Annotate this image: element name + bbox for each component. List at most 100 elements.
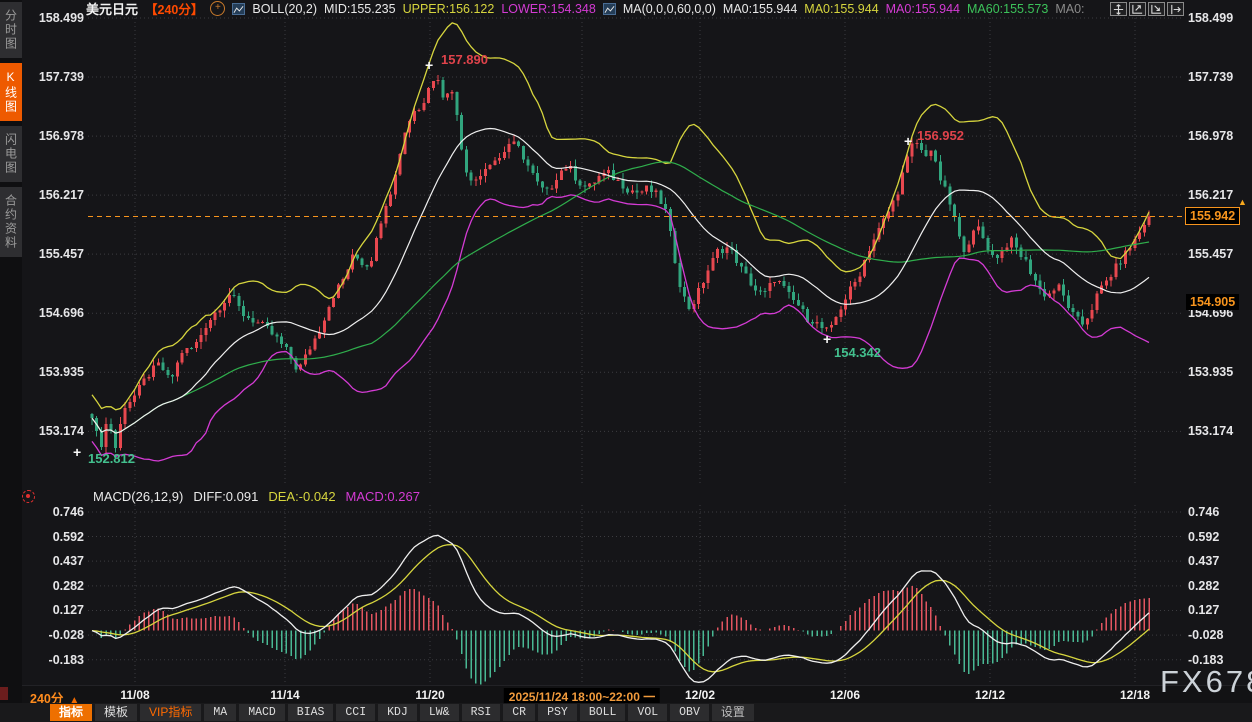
boll-upper-value: UPPER:156.122 <box>403 2 495 16</box>
ma-indicator-icon[interactable] <box>603 3 616 15</box>
annotation-cross-marker: + <box>425 60 433 70</box>
candles-layer <box>91 75 1151 453</box>
macd-axis-label-left: -0.028 <box>28 627 84 643</box>
price-annotation: 156.952 <box>917 128 964 143</box>
date-tick-label: 12/02 <box>685 688 715 702</box>
toolbar-button-VIP指标[interactable]: VIP指标 <box>140 704 201 721</box>
toolbar-button-KDJ[interactable]: KDJ <box>378 704 417 721</box>
date-tick-label: 12/06 <box>830 688 860 702</box>
macd-axis-label-left: 0.592 <box>28 529 84 545</box>
price-axis-label-left: 158.499 <box>28 10 84 26</box>
macd-axis-label-right: 0.592 <box>1188 529 1219 545</box>
price-annotation: 157.890 <box>441 52 488 67</box>
price-axis-label-right: 157.739 <box>1188 69 1233 85</box>
gridlines <box>88 14 1183 684</box>
price-axis-label-right: 156.978 <box>1188 128 1233 144</box>
trading-app-window: 分时图 K线图闪电图合约资料 美元日元 【240分】 + BOLL(20,2) M… <box>0 0 1252 722</box>
ma-label: MA(0,0,0,60,0,0) <box>623 2 716 16</box>
macd-axis-label-right: 0.127 <box>1188 602 1219 618</box>
toolbar-button-MA[interactable]: MA <box>204 704 236 721</box>
macd-macd-value: MACD:0.267 <box>346 489 420 504</box>
price-axis-label-left: 156.217 <box>28 187 84 203</box>
macd-axis-label-right: 0.437 <box>1188 553 1219 569</box>
macd-axis-label-left: -0.183 <box>28 652 84 668</box>
price-annotation: 154.342 <box>834 345 881 360</box>
price-axis-label-right: 158.499 <box>1188 10 1233 26</box>
toolbar-button-CCI[interactable]: CCI <box>336 704 375 721</box>
price-axis-label-left: 156.978 <box>28 128 84 144</box>
toolbar-button-CR[interactable]: CR <box>503 704 535 721</box>
toolbar-button-RSI[interactable]: RSI <box>462 704 501 721</box>
price-axis-label-right: 153.174 <box>1188 423 1233 439</box>
macd-dea-line <box>92 545 1149 672</box>
macd-axis-label-left: 0.282 <box>28 578 84 594</box>
scale-down-icon[interactable] <box>1148 2 1165 16</box>
annotation-cross-marker: + <box>73 447 81 457</box>
toolbar-button-指标[interactable]: 指标 <box>50 704 92 721</box>
current-price-tag: 155.942 <box>1185 207 1240 225</box>
annotation-cross-marker: + <box>904 136 912 146</box>
chart-canvas[interactable] <box>0 0 1252 722</box>
ma0-yellow-value: MA0:155.944 <box>804 2 878 16</box>
price-axis-label-left: 153.174 <box>28 423 84 439</box>
bottom-toolbar: 指标模板VIP指标MAMACDBIASCCIKDJLW&RSICRPSYBOLL… <box>0 703 1252 722</box>
ma60-value: MA60:155.573 <box>967 2 1048 16</box>
date-tick-label: 11/14 <box>270 688 299 702</box>
macd-panel-marker-icon[interactable] <box>22 490 35 503</box>
price-axis-label-right: 156.217 <box>1188 187 1233 203</box>
scale-up-icon[interactable] <box>1129 2 1146 16</box>
sidebar-item-3[interactable]: 闪电图 <box>0 126 22 182</box>
date-tick-label: 12/12 <box>975 688 1005 702</box>
toolbar-button-BOLL[interactable]: BOLL <box>580 704 626 721</box>
ma0-gray-value: MA0: <box>1055 2 1084 16</box>
macd-axis-label-right: 0.282 <box>1188 578 1219 594</box>
macd-name: MACD(26,12,9) <box>93 489 183 504</box>
price-axis-label-right: 155.457 <box>1188 246 1233 262</box>
symbol-title: 美元日元 <box>86 0 138 18</box>
date-tick-label: 11/20 <box>415 688 444 702</box>
date-axis: 240分▲ 11/0811/1411/202025/11/24 18:00~22… <box>0 685 1252 703</box>
macd-legend: MACD(26,12,9) DIFF:0.091 DEA:-0.042 MACD… <box>93 489 420 504</box>
period-badge: 【240分】 <box>145 0 203 18</box>
date-tick-label: 11/08 <box>120 688 149 702</box>
crosshair-icon[interactable] <box>1110 2 1127 16</box>
price-axis-label-left: 153.935 <box>28 364 84 380</box>
boll-indicator-icon[interactable] <box>232 3 245 15</box>
price-axis-label-left: 157.739 <box>28 69 84 85</box>
macd-diff-value: DIFF:0.091 <box>193 489 258 504</box>
macd-axis-label-right: 0.746 <box>1188 504 1219 520</box>
header-icons <box>1110 2 1184 16</box>
macd-axis-label-left: 0.127 <box>28 602 84 618</box>
macd-dea-value: DEA:-0.042 <box>268 489 335 504</box>
macd-axis-label-left: 0.437 <box>28 553 84 569</box>
corner-marker <box>0 687 8 700</box>
price-axis-label-right: 153.935 <box>1188 364 1233 380</box>
toolbar-button-MACD[interactable]: MACD <box>239 704 285 721</box>
boll-label: BOLL(20,2) <box>252 2 317 16</box>
toolbar-button-VOL[interactable]: VOL <box>628 704 667 721</box>
macd-axis-label-left: 0.746 <box>28 504 84 520</box>
add-favorite-icon[interactable]: + <box>210 1 225 16</box>
ma0-magenta-value: MA0:155.944 <box>886 2 960 16</box>
expand-icon[interactable] <box>1167 2 1184 16</box>
last-price-tag: 154.905 <box>1186 294 1239 310</box>
boll-lower-value: LOWER:154.348 <box>501 2 596 16</box>
boll-mid-value: MID:155.235 <box>324 2 396 16</box>
toolbar-button-LW&[interactable]: LW& <box>420 704 459 721</box>
ma0-white-value: MA0:155.944 <box>723 2 797 16</box>
toolbar-button-设置[interactable]: 设置 <box>712 704 754 721</box>
toolbar-button-BIAS[interactable]: BIAS <box>288 704 334 721</box>
toolbar-button-OBV[interactable]: OBV <box>670 704 709 721</box>
toolbar-button-模板[interactable]: 模板 <box>95 704 137 721</box>
annotation-cross-marker: + <box>823 334 831 344</box>
price-axis-label-left: 154.696 <box>28 305 84 321</box>
sidebar: 分时图 K线图闪电图合约资料 <box>0 0 22 722</box>
sidebar-item-4[interactable]: 合约资料 <box>0 187 22 257</box>
price-axis-label-left: 155.457 <box>28 246 84 262</box>
chart-legend: 美元日元 【240分】 + BOLL(20,2) MID:155.235 UPP… <box>86 0 1085 17</box>
watermark: FX678 <box>1160 664 1252 700</box>
toolbar-button-PSY[interactable]: PSY <box>538 704 577 721</box>
sidebar-item-2[interactable]: K线图 <box>0 63 22 121</box>
date-tick-label: 12/18 <box>1120 688 1150 702</box>
sidebar-item-1[interactable]: 分时图 <box>0 2 22 58</box>
